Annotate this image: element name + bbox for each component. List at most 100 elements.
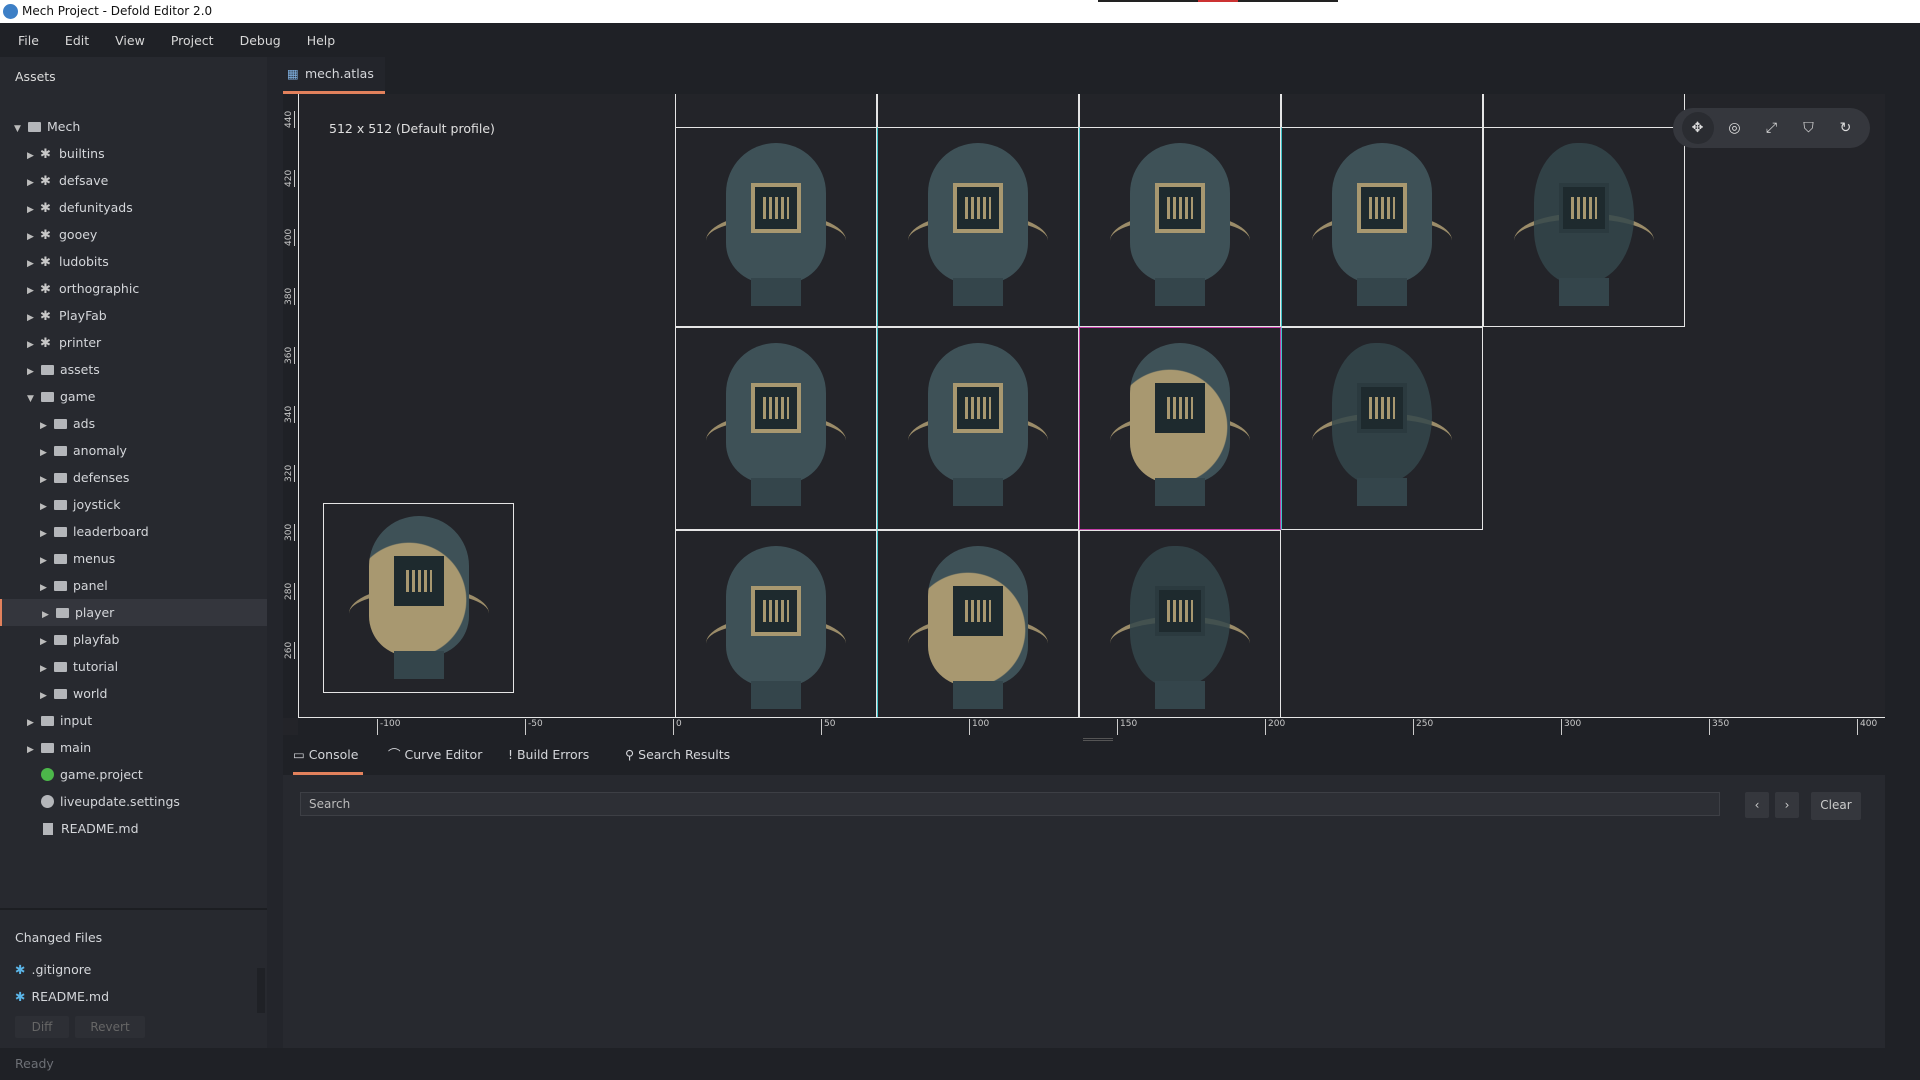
- expanded-arrow-icon[interactable]: ▼: [27, 386, 39, 413]
- tree-item[interactable]: liveupdate.settings: [0, 788, 267, 815]
- tab-search-results[interactable]: ⚲ Search Results: [625, 735, 730, 775]
- previous-icon[interactable]: ‹: [1745, 792, 1769, 818]
- atlas-image-cell[interactable]: [1079, 327, 1281, 530]
- tab-build-errors[interactable]: ! Build Errors: [508, 735, 589, 775]
- tree-item[interactable]: ▶leaderboard: [0, 518, 267, 545]
- collapsed-arrow-icon[interactable]: ▶: [27, 224, 39, 251]
- collapsed-arrow-icon[interactable]: ▶: [40, 413, 52, 440]
- collapsed-arrow-icon[interactable]: ▶: [40, 575, 52, 602]
- tree-item[interactable]: ▶defenses: [0, 464, 267, 491]
- ruler-tick-label: 150: [1117, 719, 1137, 735]
- menu-edit[interactable]: Edit: [65, 33, 89, 48]
- move-tool-icon[interactable]: ✥: [1682, 112, 1714, 144]
- atlas-image-cell[interactable]: [675, 530, 877, 720]
- tree-item[interactable]: ▶input: [0, 707, 267, 734]
- tree-item[interactable]: ▼game: [0, 383, 267, 410]
- collapsed-arrow-icon[interactable]: ▶: [40, 548, 52, 575]
- rotate-tool-icon[interactable]: ◎: [1719, 112, 1751, 144]
- tree-item[interactable]: ▶✱gooey: [0, 221, 267, 248]
- atlas-partial-cell[interactable]: [1079, 94, 1281, 128]
- atlas-partial-cell[interactable]: [1483, 94, 1685, 128]
- selected-image-preview[interactable]: [323, 503, 514, 693]
- collapsed-arrow-icon[interactable]: ▶: [42, 602, 54, 629]
- menu-debug[interactable]: Debug: [240, 33, 281, 48]
- tree-item[interactable]: ▶playfab: [0, 626, 267, 653]
- collapsed-arrow-icon[interactable]: ▶: [27, 143, 39, 170]
- tree-item[interactable]: ▶assets: [0, 356, 267, 383]
- collapsed-arrow-icon[interactable]: ▶: [27, 359, 39, 386]
- tree-item[interactable]: ▶✱PlayFab: [0, 302, 267, 329]
- collapsed-arrow-icon[interactable]: ▶: [40, 629, 52, 656]
- menu-view[interactable]: View: [115, 33, 145, 48]
- tree-item[interactable]: ▶player: [0, 599, 267, 626]
- collapsed-arrow-icon[interactable]: ▶: [40, 494, 52, 521]
- tree-item[interactable]: ▼Mech: [0, 113, 267, 140]
- atlas-image-cell[interactable]: [1483, 127, 1685, 327]
- menu-file[interactable]: File: [18, 33, 39, 48]
- collapsed-arrow-icon[interactable]: ▶: [27, 251, 39, 278]
- collapsed-arrow-icon[interactable]: ▶: [27, 197, 39, 224]
- collapsed-arrow-icon[interactable]: ▶: [40, 683, 52, 710]
- tree-item[interactable]: ▶world: [0, 680, 267, 707]
- changed-file-item[interactable]: ✱.gitignore: [15, 962, 91, 977]
- changed-file-item[interactable]: ✱README.md: [15, 989, 109, 1004]
- tab-mech-atlas[interactable]: ▦ mech.atlas ✕: [283, 57, 385, 94]
- atlas-image-cell[interactable]: [675, 327, 877, 530]
- collapsed-arrow-icon[interactable]: ▶: [27, 305, 39, 332]
- atlas-image-cell[interactable]: [1079, 127, 1281, 327]
- next-icon[interactable]: ›: [1775, 792, 1799, 818]
- atlas-image-cell[interactable]: [877, 327, 1079, 530]
- collapsed-arrow-icon[interactable]: ▶: [27, 170, 39, 197]
- tree-item[interactable]: ▶main: [0, 734, 267, 761]
- tab-label: mech.atlas: [305, 66, 374, 81]
- tree-item[interactable]: ▶joystick: [0, 491, 267, 518]
- atlas-partial-cell[interactable]: [675, 94, 877, 128]
- perspective-tool-icon[interactable]: ⛉: [1793, 112, 1825, 144]
- clear-button[interactable]: Clear: [1811, 792, 1861, 820]
- tree-item[interactable]: ▶✱printer: [0, 329, 267, 356]
- tab-curve-editor[interactable]: ⌒ Curve Editor: [388, 735, 482, 775]
- collapsed-arrow-icon[interactable]: ▶: [27, 710, 39, 737]
- tree-item[interactable]: ▶✱builtins: [0, 140, 267, 167]
- atlas-partial-cell[interactable]: [877, 94, 1079, 128]
- tree-item[interactable]: ▶menus: [0, 545, 267, 572]
- expanded-arrow-icon[interactable]: ▼: [14, 116, 26, 143]
- camera-tool-icon[interactable]: ↻: [1830, 112, 1862, 144]
- collapsed-arrow-icon[interactable]: ▶: [40, 521, 52, 548]
- atlas-image-cell[interactable]: [1079, 530, 1281, 720]
- collapsed-arrow-icon[interactable]: ▶: [40, 656, 52, 683]
- tree-item[interactable]: ▶✱defunityads: [0, 194, 267, 221]
- collapsed-arrow-icon[interactable]: ▶: [40, 440, 52, 467]
- atlas-image-cell[interactable]: [1281, 327, 1483, 530]
- tree-item[interactable]: game.project: [0, 761, 267, 788]
- tree-item[interactable]: ▶ads: [0, 410, 267, 437]
- console-search-input[interactable]: Search: [300, 792, 1720, 816]
- ruler-tick-label: 300: [284, 524, 295, 541]
- atlas-image-cell[interactable]: [675, 127, 877, 327]
- library-icon: ✱: [40, 303, 54, 330]
- scale-tool-icon[interactable]: ⤢: [1756, 112, 1788, 144]
- menu-project[interactable]: Project: [171, 33, 214, 48]
- atlas-partial-cell[interactable]: [1281, 94, 1483, 128]
- tree-item[interactable]: ▶✱defsave: [0, 167, 267, 194]
- tree-item[interactable]: ▶✱ludobits: [0, 248, 267, 275]
- tree-item[interactable]: ▶✱orthographic: [0, 275, 267, 302]
- tree-item[interactable]: README.md: [0, 815, 267, 842]
- diff-button[interactable]: Diff: [15, 1016, 69, 1038]
- collapsed-arrow-icon[interactable]: ▶: [27, 278, 39, 305]
- tab-console[interactable]: ▭ Console: [293, 735, 363, 775]
- tree-item[interactable]: ▶tutorial: [0, 653, 267, 680]
- tree-item[interactable]: ▶anomaly: [0, 437, 267, 464]
- atlas-image-cell[interactable]: [1281, 127, 1483, 327]
- changed-files-scrollbar[interactable]: [257, 968, 265, 1013]
- atlas-image-cell[interactable]: [877, 530, 1079, 720]
- tree-item[interactable]: ▶panel: [0, 572, 267, 599]
- atlas-image-cell[interactable]: [877, 127, 1079, 327]
- splitter-handle[interactable]: [1083, 738, 1113, 741]
- collapsed-arrow-icon[interactable]: ▶: [27, 737, 39, 764]
- revert-button[interactable]: Revert: [75, 1016, 145, 1038]
- menu-help[interactable]: Help: [307, 33, 336, 48]
- scene-viewport[interactable]: 512 x 512 (Default profile): [283, 94, 1885, 735]
- collapsed-arrow-icon[interactable]: ▶: [27, 332, 39, 359]
- collapsed-arrow-icon[interactable]: ▶: [40, 467, 52, 494]
